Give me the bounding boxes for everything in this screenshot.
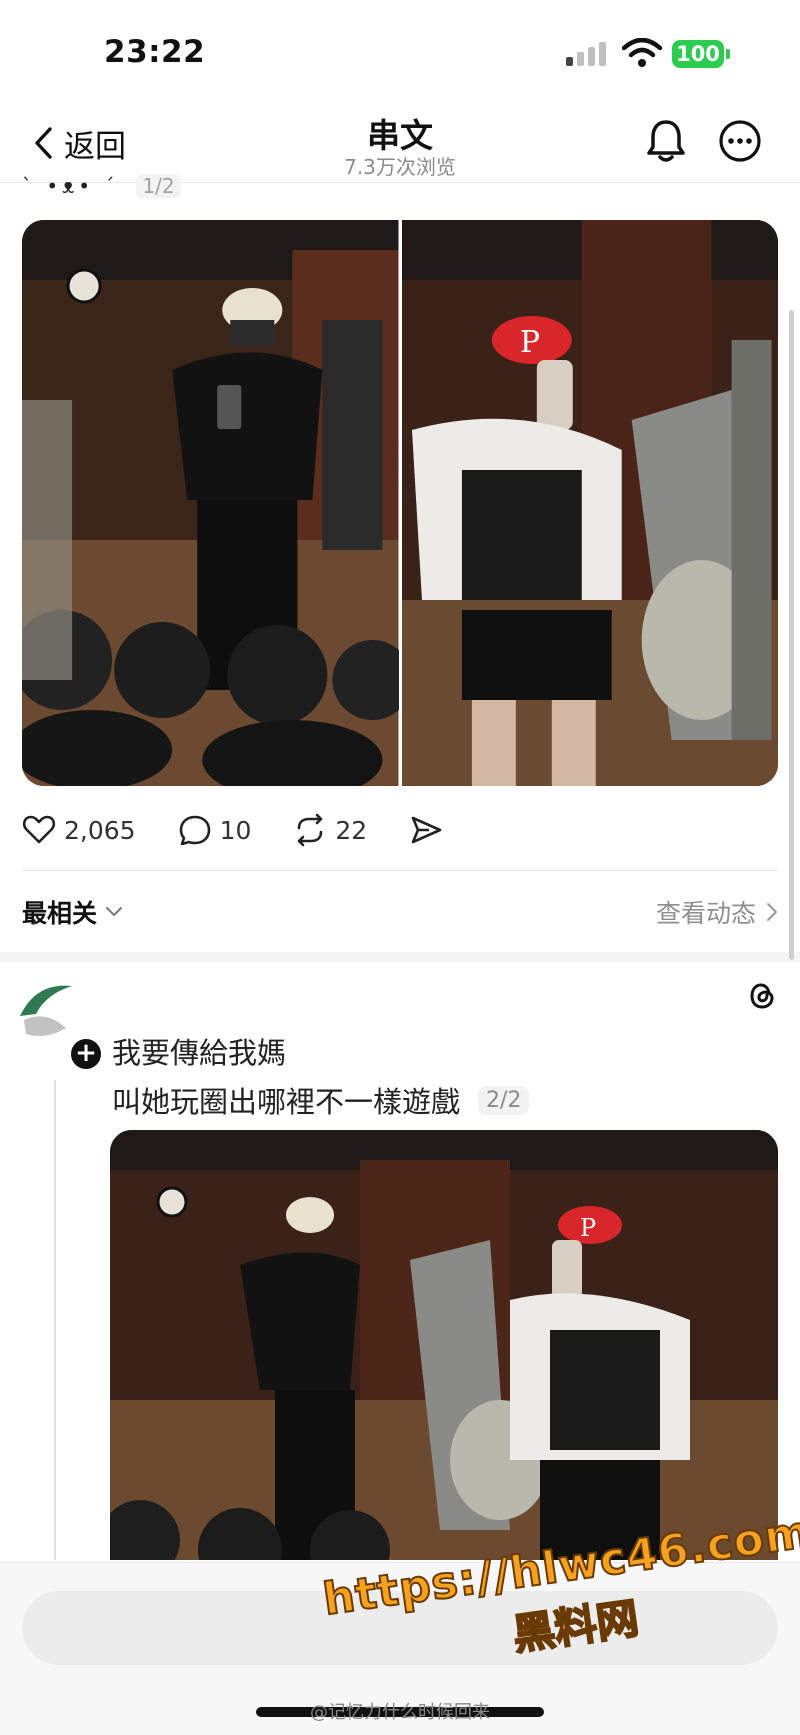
gym-photo-combined: P	[110, 1130, 778, 1560]
post-text-fragment: ˋ •ᴥ• ˊ 1/2	[22, 172, 181, 200]
sort-row: 最相关 查看动态	[22, 890, 778, 934]
more-options-icon[interactable]	[718, 119, 762, 163]
svg-text:P: P	[519, 325, 539, 360]
chevron-right-icon	[767, 903, 778, 921]
gym-photo-left	[22, 220, 399, 786]
follow-button[interactable]: +	[68, 1036, 104, 1072]
wifi-icon	[622, 38, 662, 67]
status-time: 23:22	[104, 34, 206, 70]
chevron-down-icon	[106, 907, 123, 917]
post-text: ˋ •ᴥ• ˊ	[22, 173, 119, 198]
reply-text: 叫她玩圈出哪裡不一樣遊戲	[112, 1085, 461, 1119]
like-count: 2,065	[64, 815, 136, 845]
post-actions: 2,065 10 22	[22, 808, 485, 852]
comment-button[interactable]: 10	[178, 813, 252, 847]
threads-icon[interactable]	[742, 976, 782, 1016]
repost-icon	[298, 813, 323, 847]
reply-text-line-2: 叫她玩圈出哪裡不一樣遊戲 2/2	[112, 1078, 530, 1122]
scrollbar[interactable]	[789, 310, 794, 960]
status-bar: 23:22 100	[0, 0, 800, 105]
source-handle: @记忆力什么时候回来	[310, 1702, 490, 1723]
repost-count: 22	[335, 815, 368, 845]
repost-button[interactable]: 22	[293, 813, 367, 847]
gym-photo-right: P	[401, 220, 778, 786]
sort-dropdown[interactable]: 最相关	[22, 894, 97, 930]
reply-photo[interactable]: P	[110, 1130, 778, 1560]
avatar[interactable]	[16, 980, 74, 1050]
thread-line	[54, 1080, 56, 1560]
view-activity-link[interactable]: 查看动态	[656, 894, 778, 930]
heart-icon	[22, 815, 56, 844]
page-indicator: 2/2	[478, 1085, 530, 1115]
share-button[interactable]	[409, 813, 443, 847]
svg-text:P: P	[580, 1214, 596, 1242]
bell-icon[interactable]	[644, 117, 688, 165]
comment-count: 10	[219, 815, 252, 845]
battery-indicator: 100	[672, 40, 730, 68]
comment-icon	[179, 815, 210, 846]
reply-text-line-1: 我要傳給我媽	[112, 1036, 287, 1068]
cellular-signal-icon	[566, 42, 608, 66]
send-icon	[411, 816, 442, 844]
post-photo[interactable]: P	[22, 220, 778, 786]
section-divider	[0, 952, 800, 962]
view-activity-label: 查看动态	[655, 899, 756, 928]
divider	[22, 870, 778, 871]
like-button[interactable]: 2,065	[22, 813, 136, 847]
page-indicator: 1/2	[136, 174, 181, 198]
